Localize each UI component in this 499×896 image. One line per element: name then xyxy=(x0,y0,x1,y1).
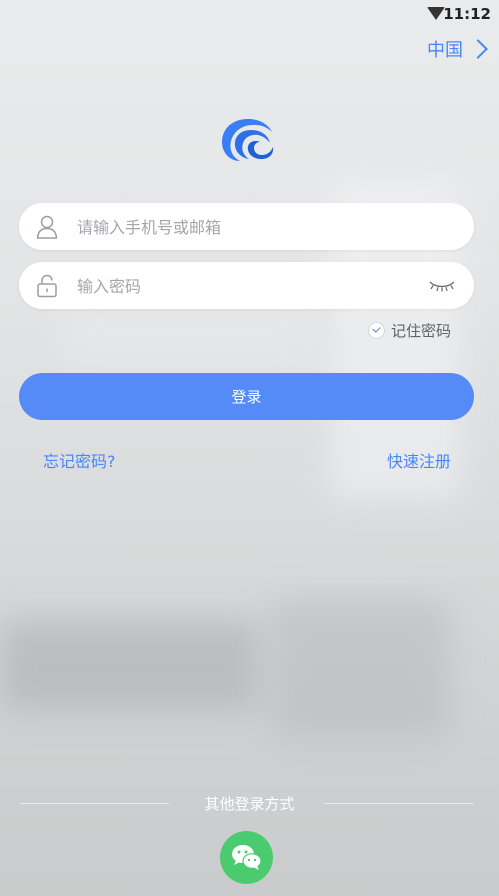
wechat-icon xyxy=(232,845,262,870)
lock-icon xyxy=(37,274,57,298)
status-time: 11:12 xyxy=(443,5,491,23)
background-blur xyxy=(270,600,450,740)
quick-register-link[interactable]: 快速注册 xyxy=(387,448,451,472)
eye-closed-icon[interactable] xyxy=(428,278,456,294)
region-label: 中国 xyxy=(427,40,463,61)
forgot-password-link[interactable]: 忘记密码? xyxy=(43,448,116,472)
password-field xyxy=(19,262,474,311)
login-button[interactable]: 登录 xyxy=(19,373,474,420)
divider xyxy=(324,803,474,804)
other-login-section: 其他登录方式 xyxy=(0,792,499,816)
password-input[interactable] xyxy=(75,262,419,311)
app-logo-icon xyxy=(222,119,274,161)
account-input[interactable] xyxy=(75,203,419,252)
region-selector[interactable]: 中国 xyxy=(427,36,488,62)
wechat-login-button[interactable] xyxy=(220,831,273,884)
status-bar: 11:12 xyxy=(0,0,499,30)
user-icon xyxy=(36,215,58,239)
remember-password-toggle[interactable]: 记住密码 xyxy=(367,320,451,341)
remember-password-label: 记住密码 xyxy=(390,322,451,340)
account-field xyxy=(19,203,474,252)
check-icon[interactable] xyxy=(367,322,385,339)
chevron-right-icon xyxy=(468,39,488,59)
background-blur xyxy=(0,620,260,710)
